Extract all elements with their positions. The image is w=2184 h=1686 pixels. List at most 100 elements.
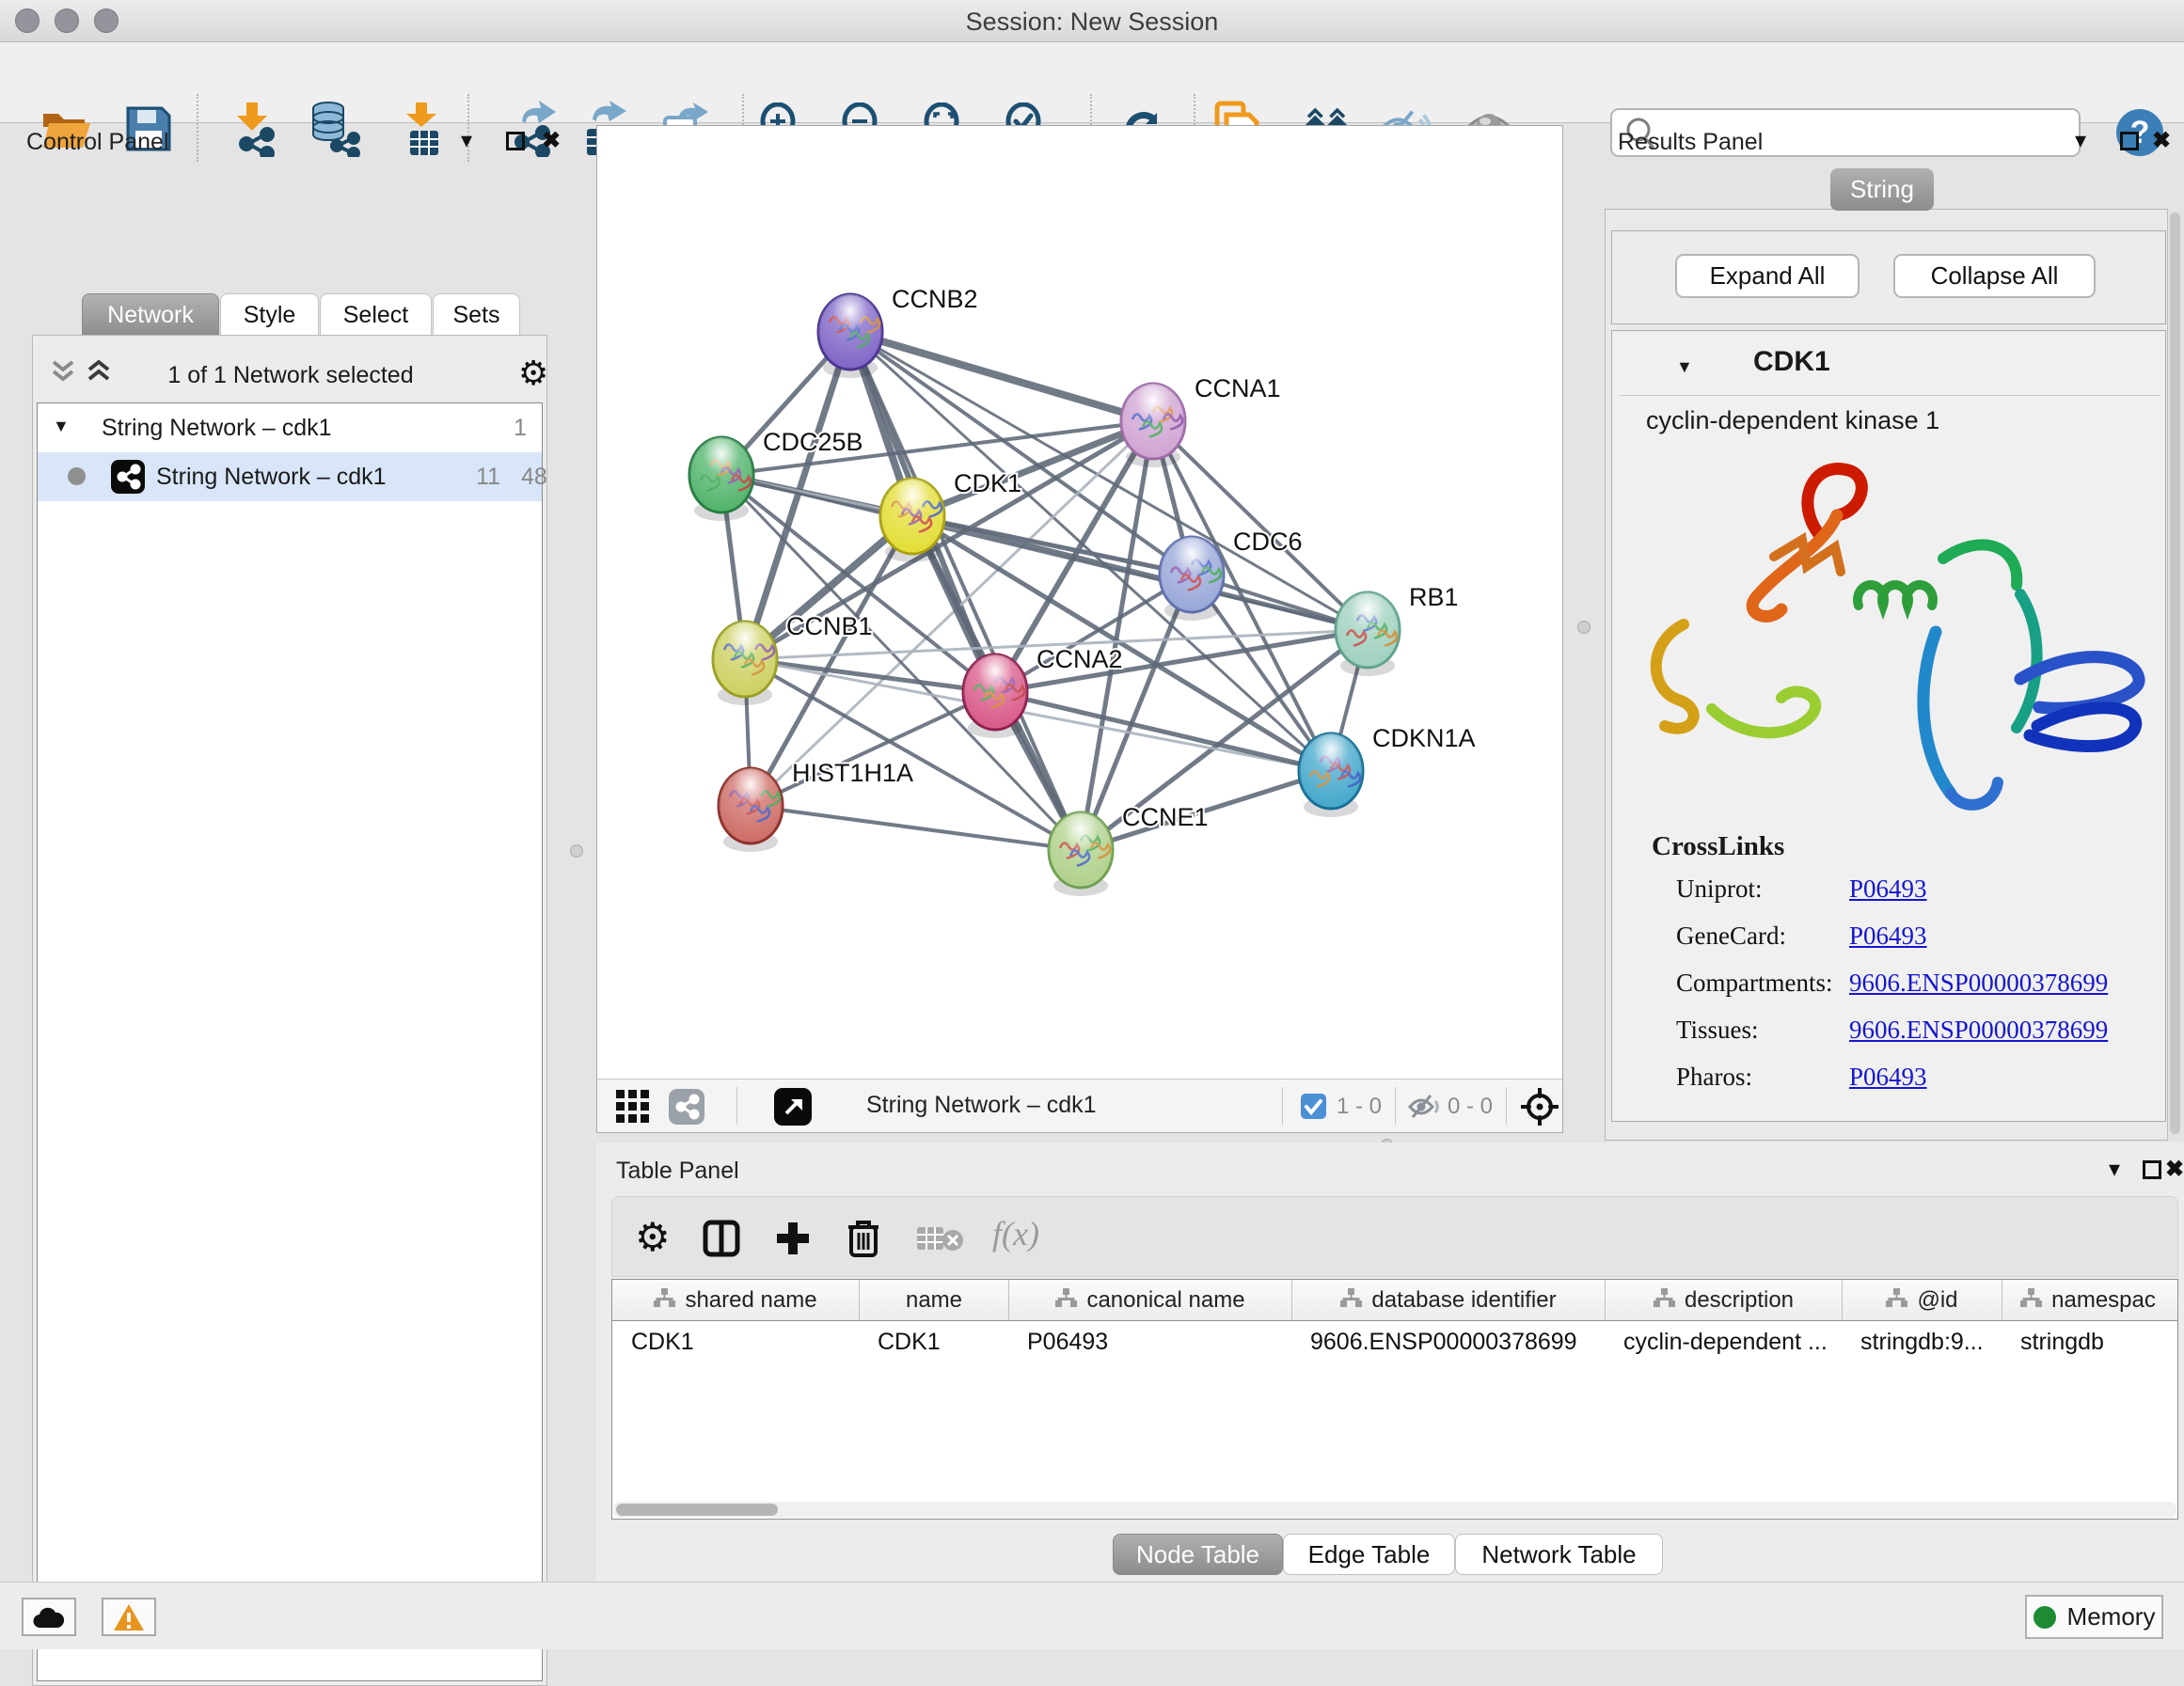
table-panel-collapse-icon[interactable]: ▾ bbox=[2109, 1156, 2120, 1183]
column-header--id[interactable]: @id bbox=[1842, 1280, 2002, 1320]
collapse-all-button[interactable]: Collapse All bbox=[1893, 254, 2096, 298]
add-column-plus-icon[interactable] bbox=[774, 1220, 812, 1262]
crosslink-row: Tissues:9606.ENSP00000378699 bbox=[1612, 1016, 2167, 1063]
grid-view-icon[interactable] bbox=[616, 1090, 650, 1128]
crosslink-link[interactable]: 9606.ENSP00000378699 bbox=[1849, 1016, 2108, 1045]
table-panel: Table Panel ▾ ✖ ⚙ f(x) shared namename ca… bbox=[596, 1142, 2184, 1582]
delete-table-icon[interactable] bbox=[917, 1225, 966, 1260]
network-options-gear-icon[interactable]: ⚙ bbox=[518, 356, 548, 390]
results-buttons-box: Expand All Collapse All bbox=[1611, 230, 2166, 324]
column-header-description[interactable]: description bbox=[1605, 1280, 1842, 1320]
network-canvas[interactable]: CCNB2CCNA1CDC25BCDK1CDC6RB1CCNB1CCNA2CDK… bbox=[597, 126, 1562, 1079]
network-node-CDKN1A[interactable]: CDKN1A bbox=[1299, 724, 1476, 809]
selected-checkbox-icon[interactable] bbox=[1301, 1094, 1326, 1124]
column-header-namespac[interactable]: namespac bbox=[2002, 1280, 2174, 1320]
network-node-CCNB2[interactable]: CCNB2 bbox=[818, 285, 978, 370]
table-body: CDK1CDK1P064939606.ENSP00000378699cyclin… bbox=[612, 1321, 2177, 1363]
column-header-shared-name[interactable]: shared name bbox=[612, 1280, 859, 1320]
results-panel-title: Results Panel bbox=[1618, 129, 1763, 156]
network-view-panel: CCNB2CCNA1CDC25BCDK1CDC6RB1CCNB1CCNA2CDK… bbox=[596, 125, 1563, 1133]
toolbar-separator bbox=[1506, 1087, 1507, 1125]
control-panel: Control Panel ▾ ✖ Network Style Select S… bbox=[11, 125, 557, 1582]
cloud-status-button[interactable] bbox=[22, 1598, 76, 1636]
table-hscrollbar[interactable] bbox=[613, 1502, 2176, 1518]
crosslink-link[interactable]: P06493 bbox=[1849, 922, 1927, 951]
table-row[interactable]: CDK1CDK1P064939606.ENSP00000378699cyclin… bbox=[612, 1321, 2177, 1363]
network-node-CCNA1[interactable]: CCNA1 bbox=[1121, 374, 1281, 459]
warnings-button[interactable] bbox=[102, 1598, 156, 1636]
right-splitter-handle[interactable] bbox=[1577, 621, 1591, 634]
crosslink-link[interactable]: P06493 bbox=[1849, 1063, 1927, 1092]
node-label-CDC25B: CDC25B bbox=[763, 428, 863, 456]
delete-column-trash-icon[interactable] bbox=[846, 1218, 881, 1264]
control-panel-float-icon[interactable] bbox=[506, 132, 525, 150]
status-bar: Memory bbox=[0, 1582, 2184, 1649]
crosslink-link[interactable]: 9606.ENSP00000378699 bbox=[1849, 969, 2108, 998]
gene-collapse-triangle-icon[interactable]: ▼ bbox=[1676, 357, 1693, 377]
column-header-database-identifier[interactable]: database identifier bbox=[1291, 1280, 1605, 1320]
tab-sets[interactable]: Sets bbox=[433, 293, 520, 337]
network-collection-row[interactable]: ▼ String Network – cdk1 1 bbox=[38, 403, 542, 452]
control-panel-collapse-icon[interactable]: ▾ bbox=[461, 127, 472, 154]
gene-description: cyclin-dependent kinase 1 bbox=[1646, 406, 1939, 435]
network-view-share-icon[interactable] bbox=[669, 1089, 704, 1129]
network-row[interactable]: String Network – cdk1 11 48 bbox=[38, 452, 542, 501]
tab-network[interactable]: Network bbox=[82, 293, 219, 337]
node-label-CCNB1: CCNB1 bbox=[786, 612, 873, 640]
results-panel-body: Expand All Collapse All ▼ CDK1 cyclin-de… bbox=[1605, 209, 2180, 1141]
network-node-CDC6[interactable]: CDC6 bbox=[1160, 528, 1303, 612]
tab-node-table[interactable]: Node Table bbox=[1113, 1534, 1283, 1575]
results-panel-float-icon[interactable] bbox=[2120, 132, 2139, 150]
results-tab-string[interactable]: String bbox=[1830, 168, 1934, 211]
crosslink-link[interactable]: P06493 bbox=[1849, 875, 1927, 904]
node-label-CCNB2: CCNB2 bbox=[892, 285, 978, 313]
tab-edge-table[interactable]: Edge Table bbox=[1283, 1534, 1455, 1575]
crosslinks-list: Uniprot:P06493GeneCard:P06493Compartment… bbox=[1612, 875, 2167, 1110]
table-panel-title: Table Panel bbox=[616, 1158, 739, 1185]
control-panel-title: Control Panel bbox=[26, 129, 168, 156]
window-title: Session: New Session bbox=[0, 8, 2184, 37]
table-panel-float-icon[interactable] bbox=[2143, 1160, 2161, 1179]
collection-count: 1 bbox=[514, 415, 527, 442]
results-panel-collapse-icon[interactable]: ▾ bbox=[2075, 127, 2086, 154]
column-header-label: namespac bbox=[2051, 1287, 2156, 1314]
tab-style[interactable]: Style bbox=[220, 293, 319, 337]
results-panel-close-icon[interactable]: ✖ bbox=[2152, 127, 2171, 154]
results-scrollbar-thumb[interactable] bbox=[2170, 213, 2180, 1134]
crosslink-label: Pharos: bbox=[1676, 1063, 1752, 1092]
crosslink-label: Compartments: bbox=[1676, 969, 1832, 998]
table-cell: cyclin-dependent ... bbox=[1605, 1321, 1842, 1363]
table-panel-close-icon[interactable]: ✖ bbox=[2165, 1156, 2184, 1183]
memory-button[interactable]: Memory bbox=[2025, 1595, 2163, 1639]
network-view-title: String Network – cdk1 bbox=[866, 1092, 1097, 1119]
collection-expand-triangle-icon[interactable]: ▼ bbox=[53, 417, 70, 436]
control-panel-close-icon[interactable]: ✖ bbox=[542, 127, 561, 154]
column-type-hierarchy-icon bbox=[2020, 1287, 2042, 1314]
main-toolbar: ? bbox=[0, 42, 2184, 123]
table-hscrollbar-thumb[interactable] bbox=[616, 1504, 778, 1516]
gene-name: CDK1 bbox=[1753, 346, 1830, 378]
network-node-HIST1H1A[interactable]: HIST1H1A bbox=[719, 759, 913, 843]
hidden-count: 0 - 0 bbox=[1448, 1094, 1493, 1120]
results-scrollbar[interactable] bbox=[2167, 209, 2182, 1141]
hidden-eye-icon[interactable] bbox=[1408, 1093, 1442, 1126]
table-header-row: shared namename canonical name database id… bbox=[612, 1280, 2177, 1321]
expand-all-button[interactable]: Expand All bbox=[1675, 254, 1860, 298]
node-label-CDC6: CDC6 bbox=[1233, 528, 1303, 556]
open-in-new-window-icon[interactable] bbox=[774, 1088, 812, 1130]
birds-eye-crosshair-icon[interactable] bbox=[1521, 1088, 1559, 1130]
title-bar: Session: New Session bbox=[0, 0, 2184, 42]
table-settings-gear-icon[interactable]: ⚙ bbox=[635, 1218, 671, 1257]
tab-select[interactable]: Select bbox=[320, 293, 432, 337]
function-builder-fx-icon[interactable]: f(x) bbox=[992, 1214, 1039, 1253]
gene-section: ▼ CDK1 cyclin-dependent kinase 1 bbox=[1611, 330, 2166, 1122]
column-header-name[interactable]: name bbox=[859, 1280, 1008, 1320]
tab-network-table[interactable]: Network Table bbox=[1455, 1534, 1663, 1575]
column-header-label: canonical name bbox=[1086, 1287, 1244, 1314]
network-node-CCNE1[interactable]: CCNE1 bbox=[1049, 803, 1209, 888]
network-node-RB1[interactable]: RB1 bbox=[1336, 583, 1459, 668]
column-header-canonical-name[interactable]: canonical name bbox=[1008, 1280, 1291, 1320]
show-columns-icon[interactable] bbox=[703, 1220, 740, 1262]
left-splitter-handle[interactable] bbox=[570, 844, 583, 858]
node-label-CCNA2: CCNA2 bbox=[1037, 645, 1123, 673]
